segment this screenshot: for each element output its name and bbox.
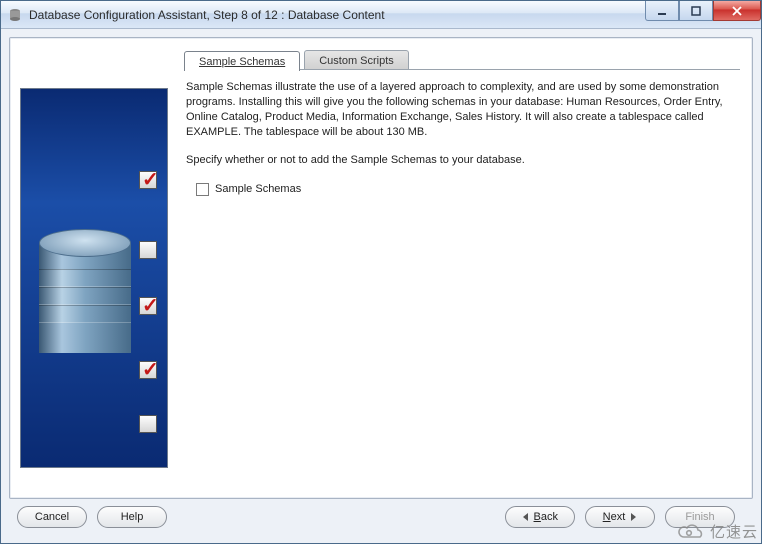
checkmark-icon: ✓	[142, 293, 159, 318]
window-buttons	[645, 1, 761, 28]
watermark: 亿速云	[676, 521, 758, 542]
main-panel: ✓✓✓ Sample SchemasCustom Scripts Sample …	[9, 37, 753, 499]
content-area: Sample SchemasCustom Scripts Sample Sche…	[184, 48, 740, 488]
window-title: Database Configuration Assistant, Step 8…	[29, 8, 385, 22]
progress-step-3: ✓	[139, 297, 157, 315]
close-button[interactable]	[713, 1, 761, 21]
app-icon	[7, 7, 23, 23]
tab-bar: Sample SchemasCustom Scripts	[184, 48, 740, 70]
next-button[interactable]: Next	[585, 506, 655, 528]
progress-step-4: ✓	[139, 361, 157, 379]
progress-step-2	[139, 241, 157, 259]
cloud-icon	[676, 523, 704, 541]
sample-schemas-checkbox[interactable]	[196, 183, 209, 196]
minimize-button[interactable]	[645, 1, 679, 21]
cancel-button[interactable]: Cancel	[17, 506, 87, 528]
sample-schemas-label: Sample Schemas	[215, 182, 301, 197]
wizard-footer: Cancel Help Back Next Finish	[9, 499, 753, 535]
progress-step-5	[139, 415, 157, 433]
window-frame: Database Configuration Assistant, Step 8…	[0, 0, 762, 544]
checkmark-icon: ✓	[142, 167, 159, 192]
maximize-button[interactable]	[679, 1, 713, 21]
tab-sample-schemas[interactable]: Sample Schemas	[184, 51, 300, 71]
sample-schemas-option[interactable]: Sample Schemas	[196, 182, 734, 197]
checkmark-icon: ✓	[142, 357, 159, 382]
tab-body: Sample Schemas illustrate the use of a l…	[184, 70, 740, 488]
titlebar: Database Configuration Assistant, Step 8…	[1, 1, 761, 29]
help-button[interactable]: Help	[97, 506, 167, 528]
description-paragraph-2: Specify whether or not to add the Sample…	[186, 153, 734, 168]
watermark-text: 亿速云	[710, 521, 758, 542]
wizard-side-image: ✓ ✓ ✓	[20, 88, 168, 468]
description-paragraph-1: Sample Schemas illustrate the use of a l…	[186, 80, 734, 139]
back-button[interactable]: Back	[505, 506, 575, 528]
database-cylinder-icon	[39, 229, 131, 359]
tab-custom-scripts[interactable]: Custom Scripts	[304, 50, 409, 70]
client-area: ✓✓✓ Sample SchemasCustom Scripts Sample …	[1, 29, 761, 543]
progress-step-1: ✓	[139, 171, 157, 189]
